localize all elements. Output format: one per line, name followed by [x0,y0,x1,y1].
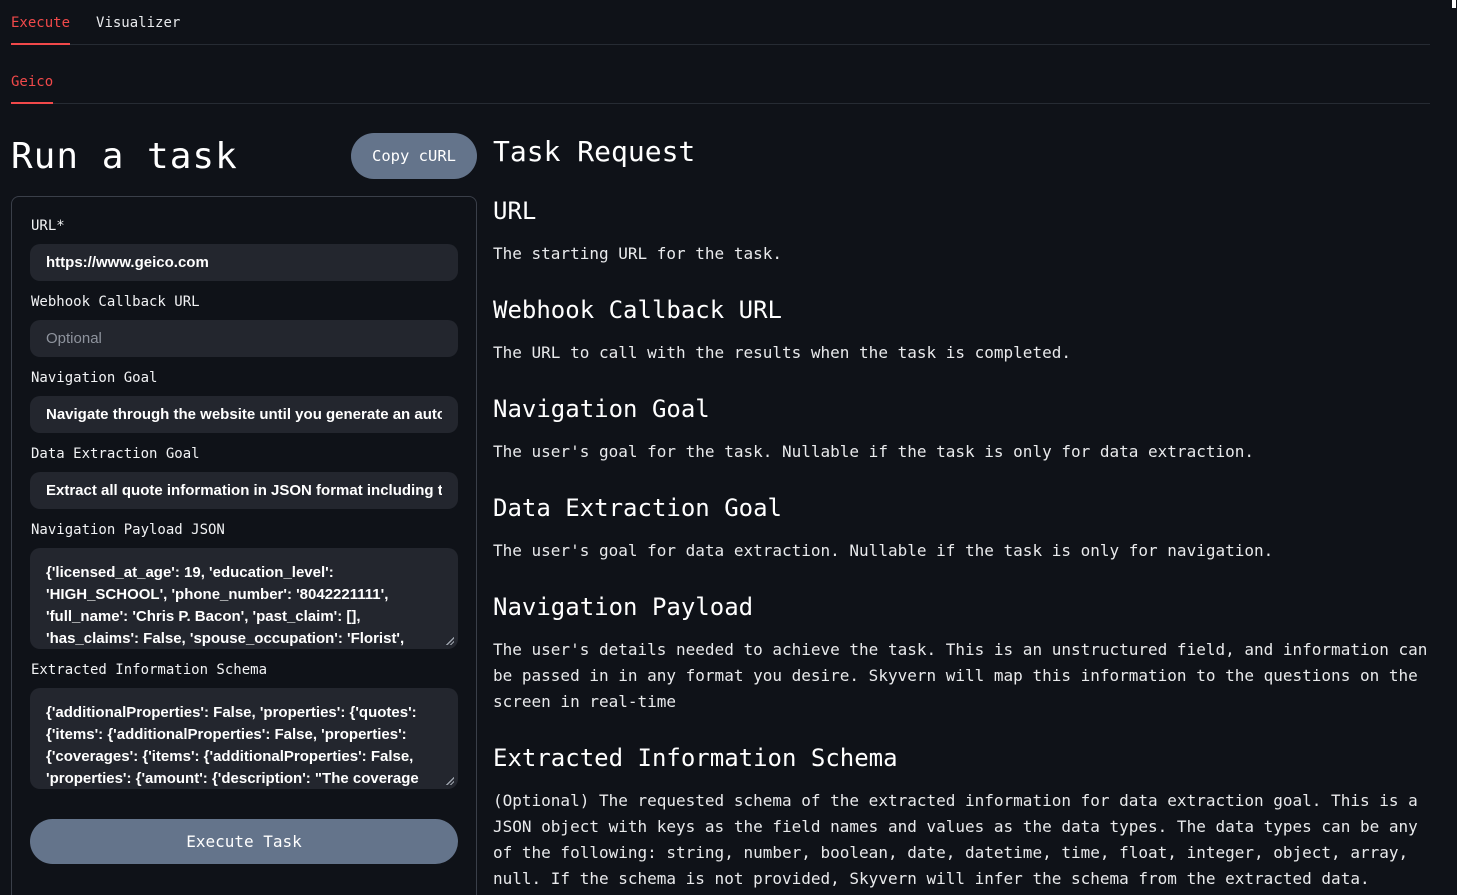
scrollbar-thumb[interactable] [1452,0,1456,8]
docs-title: Task Request [493,135,1430,168]
field-navigation-payload: Navigation Payload JSON {'licensed_at_ag… [30,522,458,649]
navigation-payload-label: Navigation Payload JSON [31,522,458,538]
doc-section-body: The starting URL for the task. [493,241,1430,267]
doc-section-heading: URL [493,197,1430,225]
navigation-payload-textarea[interactable]: {'licensed_at_age': 19, 'education_level… [30,548,458,649]
field-url: URL* [30,218,458,281]
navigation-goal-label: Navigation Goal [31,370,458,386]
doc-section-webhook: Webhook Callback URL The URL to call wit… [493,296,1430,366]
form-header: Run a task Copy cURL [11,133,477,179]
tab-execute[interactable]: Execute [11,15,70,44]
doc-section-heading: Navigation Goal [493,395,1430,423]
doc-section-body: The user's details needed to achieve the… [493,637,1430,715]
url-label: URL* [31,218,458,234]
doc-section-heading: Data Extraction Goal [493,494,1430,522]
primary-tab-bar: Execute Visualizer [11,0,1430,45]
navigation-goal-input[interactable] [30,396,458,433]
task-form-card: URL* Webhook Callback URL Navigation Goa… [11,196,477,895]
data-extraction-goal-label: Data Extraction Goal [31,446,458,462]
field-webhook: Webhook Callback URL [30,294,458,357]
doc-section-body: The user's goal for the task. Nullable i… [493,439,1430,465]
secondary-tab-bar: Geico [11,45,1430,104]
extracted-schema-textarea[interactable]: {'additionalProperties': False, 'propert… [30,688,458,789]
task-form-panel: Run a task Copy cURL URL* Webhook Callba… [11,133,477,895]
doc-section-extracted-schema: Extracted Information Schema (Optional) … [493,744,1430,892]
doc-section-heading: Extracted Information Schema [493,744,1430,772]
webhook-input[interactable] [30,320,458,357]
doc-section-navigation-goal: Navigation Goal The user's goal for the … [493,395,1430,465]
webhook-label: Webhook Callback URL [31,294,458,310]
doc-section-navigation-payload: Navigation Payload The user's details ne… [493,593,1430,715]
doc-section-url: URL The starting URL for the task. [493,197,1430,267]
field-extracted-schema: Extracted Information Schema {'additiona… [30,662,458,789]
url-input[interactable] [30,244,458,281]
tab-visualizer[interactable]: Visualizer [96,15,180,44]
execute-task-button[interactable]: Execute Task [30,819,458,864]
task-request-docs-panel: Task Request URL The starting URL for th… [493,133,1430,892]
doc-section-heading: Navigation Payload [493,593,1430,621]
field-navigation-goal: Navigation Goal [30,370,458,433]
doc-section-body: The user's goal for data extraction. Nul… [493,538,1430,564]
doc-section-body: The URL to call with the results when th… [493,340,1430,366]
main-content: Run a task Copy cURL URL* Webhook Callba… [0,104,1457,895]
tab-geico[interactable]: Geico [11,74,53,103]
copy-curl-button[interactable]: Copy cURL [351,133,477,179]
page-title: Run a task [11,136,238,177]
doc-section-data-extraction-goal: Data Extraction Goal The user's goal for… [493,494,1430,564]
doc-section-body: (Optional) The requested schema of the e… [493,788,1430,892]
doc-section-heading: Webhook Callback URL [493,296,1430,324]
data-extraction-goal-input[interactable] [30,472,458,509]
field-data-extraction-goal: Data Extraction Goal [30,446,458,509]
extracted-schema-label: Extracted Information Schema [31,662,458,678]
